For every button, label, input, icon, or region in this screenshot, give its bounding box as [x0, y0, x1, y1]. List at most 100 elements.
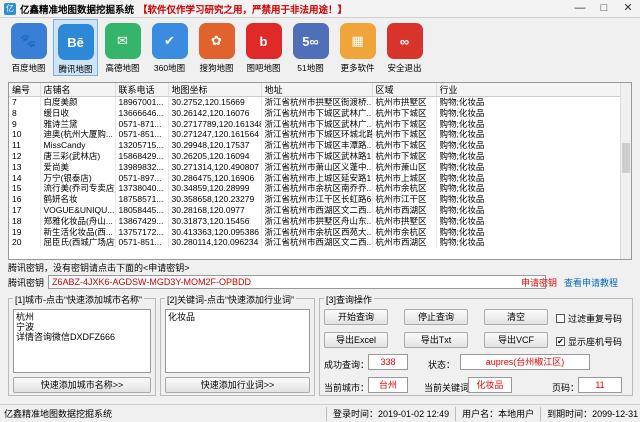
table-row[interactable]: 12 唐三彩(武林店) 15868429... 30.26205,120.16094 浙…: [9, 150, 623, 162]
bird-icon: ✉: [104, 23, 141, 59]
500-icon: 5∞: [292, 23, 329, 59]
table-cell: 迪奥(杭州大厦购...: [40, 129, 116, 141]
table-cell: 杭州市萧山区: [372, 161, 437, 173]
divider: [455, 406, 457, 421]
table-cell: 8: [9, 107, 41, 119]
add-city-button[interactable]: 快速添加城市名称>>: [13, 377, 151, 393]
table-cell: 杭州市上城区: [372, 172, 437, 184]
list-item[interactable]: 宁波: [16, 322, 148, 332]
add-industry-button[interactable]: 快速添加行业词>>: [165, 377, 310, 393]
table-row[interactable]: 14 万宁(银泰店) 0571-897... 30.286475,120.16906 浙…: [9, 172, 623, 184]
city-legend: [1]城市-点击“快速添加城市名称”: [13, 293, 144, 306]
table-row[interactable]: 17 VOGUE&UNIQU... 18058445... 30.28168,120.…: [9, 204, 623, 216]
window-title: 亿鑫精准地图数据挖掘系统: [20, 4, 135, 16]
export-vcf-button[interactable]: 导出VCF: [484, 332, 548, 348]
maximize-button[interactable]: □: [592, 0, 616, 18]
toolbar-item-6[interactable]: 5∞ 51地图: [288, 19, 333, 76]
column-header[interactable]: 行业: [436, 83, 623, 97]
toolbar-item-8[interactable]: ∞ 安全退出: [382, 19, 427, 76]
table-row[interactable]: 19 新生活化妆品(西... 13757172... 30.413363,120.09…: [9, 226, 623, 238]
table-cell: 购物;化妆品: [436, 161, 623, 173]
list-item[interactable]: 详情咨询微信DXDFZ666: [16, 332, 148, 342]
tutorial-link[interactable]: 查看申请教程: [564, 276, 618, 289]
key-input[interactable]: Z6ABZ-4JXK6-AGDSW-MGD3Y-MOM2F-OPBDD: [48, 275, 547, 289]
industry-listbox[interactable]: 化妆品: [165, 309, 310, 373]
table-row[interactable]: 15 流行美(乔司专卖店) 13738040... 30.34859,120.2899…: [9, 183, 623, 195]
expire-label: 到期时间：: [547, 409, 593, 419]
checkbox-box[interactable]: ✔: [556, 337, 565, 346]
table-row[interactable]: 7 白度美颜 18967001... 30.2752,120.15669 浙江省杭州市拱…: [9, 96, 623, 108]
status-app-name: 亿鑫精准地图数据挖掘系统: [4, 409, 113, 419]
table-cell: 浙江省杭州市余杭区西苑大...: [261, 226, 373, 238]
table-row[interactable]: 13 爱尚美 13989832... 30.271314,120.490807 浙江省杭…: [9, 161, 623, 173]
table-row[interactable]: 8 缓日收 13666646... 30.26142,120.16076 浙江省杭州市下…: [9, 107, 623, 119]
user-label: 用户名：: [462, 409, 499, 419]
column-header[interactable]: 编号: [9, 83, 41, 97]
toolbar-item-1[interactable]: Bē 腾讯地图: [53, 19, 98, 76]
login-label: 登录时间：: [333, 409, 379, 419]
table-cell: 浙江省杭州市上城区延安路1...: [261, 172, 373, 184]
table-row[interactable]: 18 郑雅化妆品(舟山... 13867429... 30.31873,120.154…: [9, 215, 623, 227]
city-listbox[interactable]: 杭州 宁波 详情咨询微信DXDFZ666: [13, 309, 151, 373]
column-header[interactable]: 区域: [372, 83, 437, 97]
ops-legend: [3]查询操作: [324, 293, 375, 306]
list-item[interactable]: 杭州: [16, 312, 148, 322]
filter-dup-checkbox[interactable]: 过滤重复号码: [556, 312, 622, 325]
toolbar-item-5[interactable]: b 图吧地图: [241, 19, 286, 76]
list-item[interactable]: 化妆品: [168, 312, 307, 322]
toolbar-item-4[interactable]: ✿ 搜狗地图: [194, 19, 239, 76]
table-row[interactable]: 20 屈臣氏(西城广场店) 0571-851... 30.280114,120.096…: [9, 237, 623, 249]
table-cell: 流行美(乔司专卖店): [40, 183, 116, 195]
grid-scrollbar[interactable]: [620, 83, 631, 259]
table-cell: 爱尚美: [40, 161, 116, 173]
key-hint: 腾讯密钥，没有密钥请点击下面的<申请密钥>: [8, 263, 190, 273]
table-row[interactable]: 16 鹤妍名妆 18758571... 30.358658,120.23279 浙江省杭…: [9, 194, 623, 205]
column-header[interactable]: 店铺名: [40, 83, 116, 97]
column-header[interactable]: 联系电话: [115, 83, 169, 97]
table-cell: 购物;化妆品: [436, 237, 623, 249]
apply-key-link[interactable]: 申请密钥: [521, 276, 557, 289]
show-phone-checkbox[interactable]: ✔ 显示座机号码: [556, 335, 622, 348]
toolbar-label: 360地图: [153, 63, 186, 73]
export-txt-button[interactable]: 导出Txt: [404, 332, 468, 348]
export-excel-button[interactable]: 导出Excel: [324, 332, 388, 348]
toolbar-item-2[interactable]: ✉ 高德地图: [100, 19, 145, 76]
current-keyword-value: 化妆品: [468, 377, 512, 393]
clear-button[interactable]: 清空: [484, 309, 548, 325]
table-cell: 30.26205,120.16094: [168, 150, 262, 162]
toolbar-item-0[interactable]: 🐾 百度地图: [6, 19, 51, 76]
table-cell: 浙江省杭州市下城区环城北路...: [261, 129, 373, 141]
column-header[interactable]: 地图坐标: [168, 83, 262, 97]
toolbar-item-7[interactable]: ▦ 更多软件: [335, 19, 380, 76]
table-cell: 购物;化妆品: [436, 194, 623, 205]
table-cell: 0571-851...: [115, 129, 169, 141]
table-cell: 购物;化妆品: [436, 118, 623, 130]
toolbar-item-3[interactable]: ✔ 360地图: [147, 19, 192, 76]
table-cell: 购物;化妆品: [436, 183, 623, 195]
table-cell: 杭州市下城区: [372, 150, 437, 162]
scrollbar-thumb[interactable]: [622, 143, 630, 173]
checkbox-box[interactable]: [556, 314, 565, 323]
table-row[interactable]: 10 迪奥(杭州大厦购... 0571-851... 30.271247,120.16…: [9, 129, 623, 141]
table-cell: 杭州市拱墅区: [372, 96, 437, 108]
table-cell: 杭州市下城区: [372, 129, 437, 141]
results-grid[interactable]: 编号 店铺名 联系电话 地图坐标 地址 区域 行业 7 白度美颜 18967001... 30.2…: [8, 82, 632, 260]
table-cell: MissCandy: [40, 140, 116, 151]
table-cell: 13: [9, 161, 41, 173]
warning-text: 【软件仅作学习研究之用，严禁用于非法用途！】: [138, 4, 348, 16]
stop-query-button[interactable]: 停止查询: [404, 309, 468, 325]
start-query-button[interactable]: 开始查询: [324, 309, 388, 325]
minimize-button[interactable]: —: [568, 0, 592, 18]
table-cell: 30.358658,120.23279: [168, 194, 262, 205]
table-cell: 17: [9, 204, 41, 216]
table-row[interactable]: 11 MissCandy 13205715... 30.29948,120.17537…: [9, 140, 623, 151]
table-cell: 浙江省杭州市下城区武林广...: [261, 107, 373, 119]
column-header[interactable]: 地址: [261, 83, 373, 97]
table-cell: 杭州市西湖区: [372, 237, 437, 249]
table-cell: 13666646...: [115, 107, 169, 119]
table-row[interactable]: 9 雅诗兰黛 0571-871... 30.2717789,120.161348 浙江省…: [9, 118, 623, 130]
lastfm-icon: ∞: [386, 23, 423, 59]
table-cell: 9: [9, 118, 41, 130]
table-cell: 13738040...: [115, 183, 169, 195]
close-button[interactable]: ✕: [616, 0, 640, 18]
